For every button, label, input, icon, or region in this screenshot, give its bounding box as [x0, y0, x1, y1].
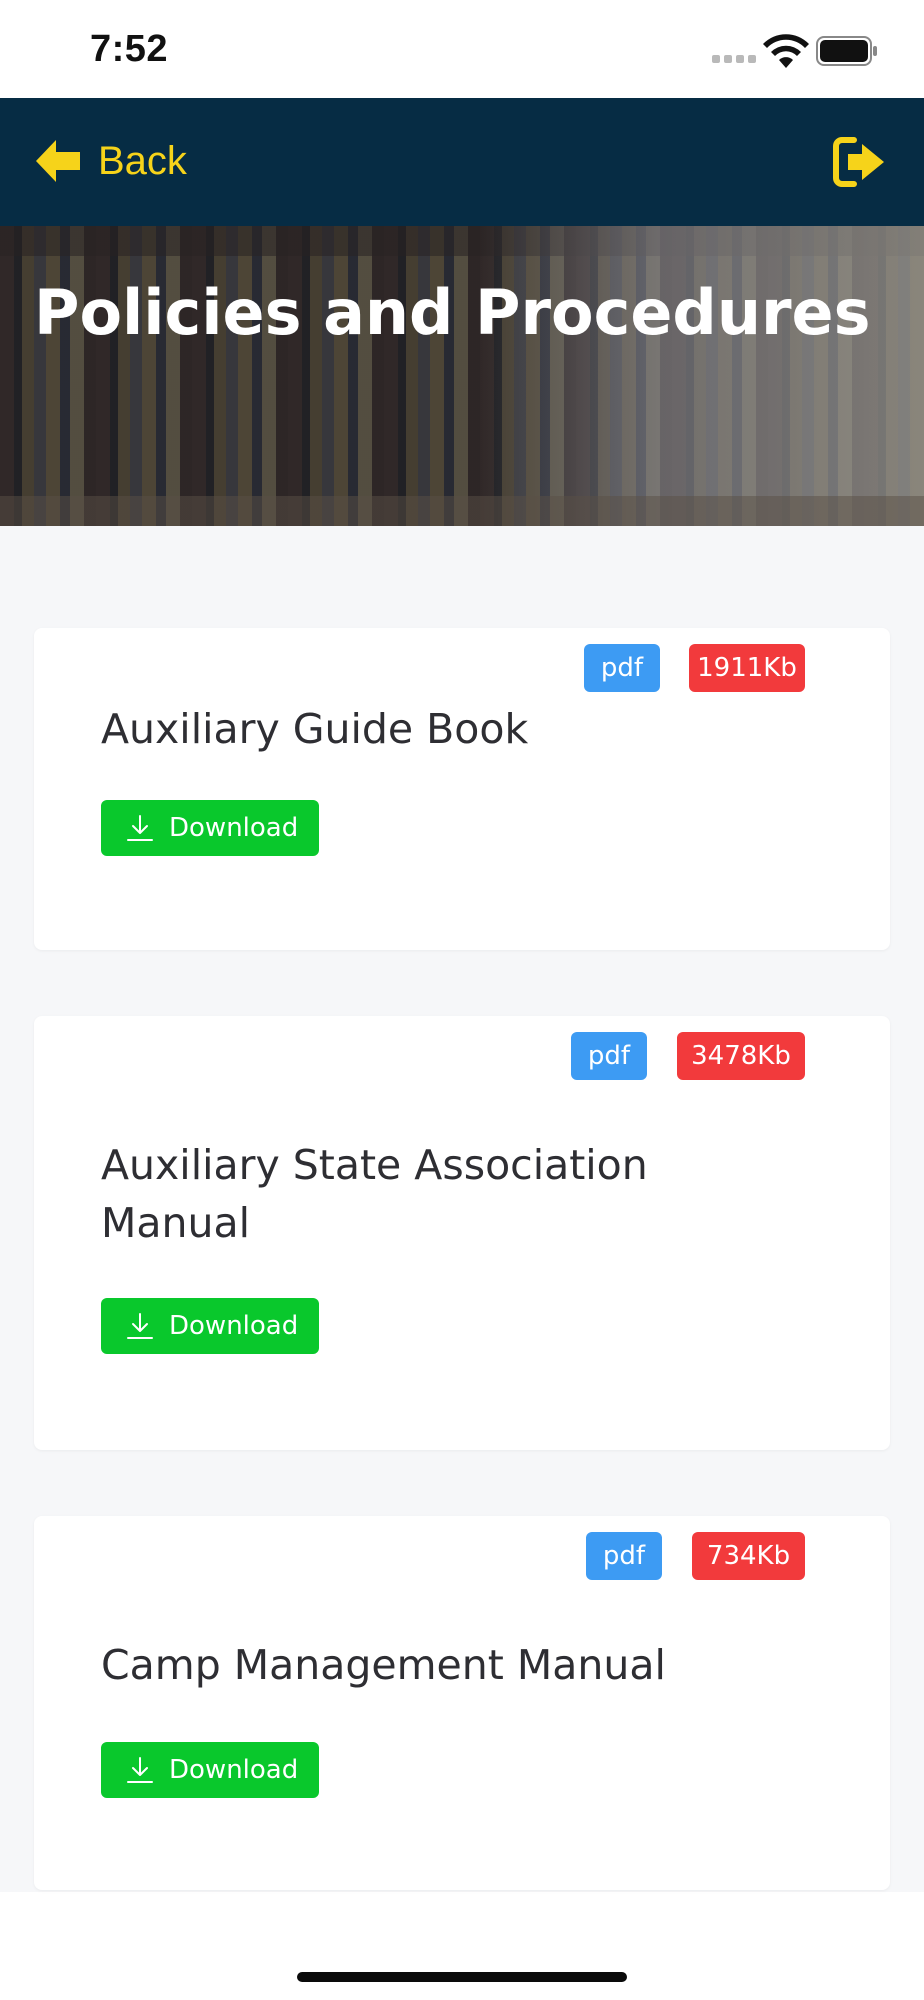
document-card: pdf 734Kb Camp Management Manual Downloa… — [34, 1516, 890, 1890]
download-icon — [127, 815, 153, 841]
file-size-badge: 734Kb — [692, 1532, 805, 1580]
document-title: Camp Management Manual — [101, 1641, 666, 1689]
document-list: pdf 1911Kb Auxiliary Guide Book Download… — [0, 526, 924, 1892]
download-icon — [127, 1313, 153, 1339]
back-label: Back — [98, 138, 187, 183]
page-title: Policies and Procedures — [34, 276, 871, 349]
file-size-badge: 1911Kb — [689, 644, 805, 692]
battery-icon — [816, 36, 877, 66]
back-button[interactable]: Back — [34, 126, 187, 196]
hero-banner: Policies and Procedures — [0, 226, 924, 526]
file-type-badge: pdf — [586, 1532, 662, 1580]
status-bar: 7:52 — [0, 0, 924, 98]
download-icon — [127, 1757, 153, 1783]
wifi-icon — [763, 34, 809, 68]
download-button[interactable]: Download — [101, 1742, 319, 1798]
document-title: Auxiliary Guide Book — [101, 705, 529, 753]
document-title: Auxiliary State Association Manual — [101, 1141, 648, 1247]
document-card: pdf 3478Kb Auxiliary State Association M… — [34, 1016, 890, 1450]
home-indicator[interactable] — [297, 1972, 627, 1982]
sign-out-icon[interactable] — [832, 134, 888, 190]
nav-bar: Back — [0, 98, 924, 226]
download-label: Download — [169, 813, 299, 843]
status-time: 7:52 — [90, 28, 169, 70]
arrow-left-icon — [36, 140, 80, 182]
download-label: Download — [169, 1755, 299, 1785]
file-type-badge: pdf — [571, 1032, 647, 1080]
download-button[interactable]: Download — [101, 800, 319, 856]
document-card: pdf 1911Kb Auxiliary Guide Book Download — [34, 628, 890, 950]
download-button[interactable]: Download — [101, 1298, 319, 1354]
hero-image-background — [480, 226, 924, 526]
file-size-badge: 3478Kb — [677, 1032, 805, 1080]
file-type-badge: pdf — [584, 644, 660, 692]
download-label: Download — [169, 1311, 299, 1341]
hero-image-shelf — [0, 496, 924, 526]
cellular-signal-icon — [712, 55, 756, 63]
